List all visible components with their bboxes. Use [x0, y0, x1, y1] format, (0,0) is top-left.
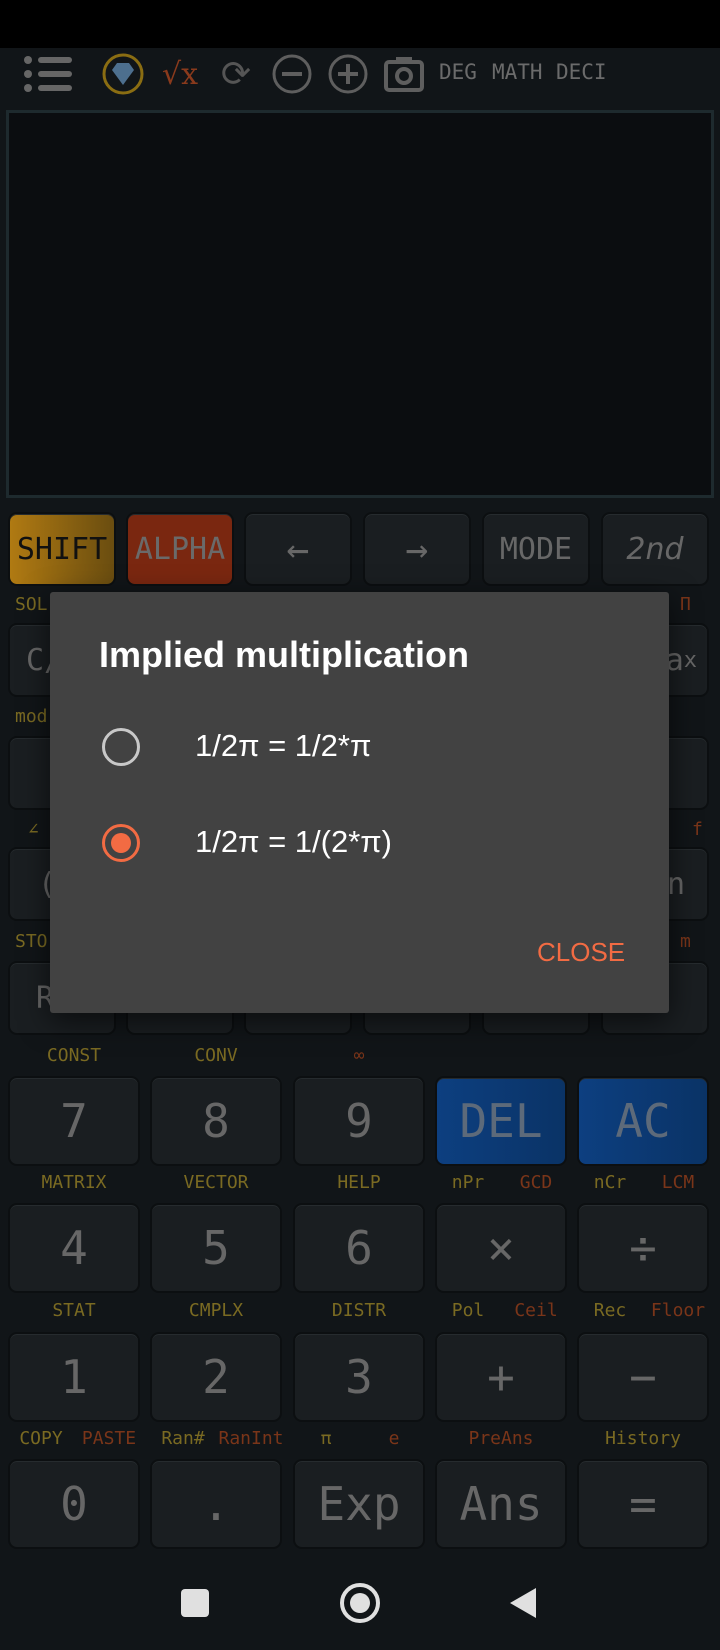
shift-function-label: VECTOR	[183, 1172, 249, 1193]
key-8[interactable]: 8	[150, 1076, 282, 1166]
shift-function-label: ∞	[353, 1045, 365, 1066]
solve-label: SOL	[15, 594, 48, 615]
key-Ans[interactable]: Ans	[435, 1459, 567, 1549]
key-0[interactable]: 0	[8, 1459, 140, 1549]
option-1-over-2pi[interactable]: 1/2π = 1/(2*π)	[50, 808, 669, 878]
shift-function-label: Floor	[650, 1300, 706, 1321]
input-mode-label[interactable]: MATH	[492, 60, 543, 84]
shift-function-label: STAT	[52, 1300, 96, 1321]
home-button-icon[interactable]	[340, 1583, 380, 1623]
store-label: STO	[15, 931, 48, 952]
navigation-bar	[0, 1558, 720, 1650]
key-.[interactable]: .	[150, 1459, 282, 1549]
refresh-icon[interactable]: ⟳	[214, 52, 258, 96]
shift-function-label: PASTE	[81, 1428, 137, 1449]
mod-label: mod	[15, 706, 48, 727]
key-1[interactable]: 1	[8, 1332, 140, 1422]
shift-function-label: MATRIX	[41, 1172, 107, 1193]
shift-function-label: nPr	[451, 1172, 485, 1193]
shift-key[interactable]: SHIFT	[8, 512, 116, 586]
shift-function-label: Ran#	[161, 1428, 205, 1449]
angle-mode-label[interactable]: DEG	[439, 60, 477, 84]
close-button[interactable]: CLOSE	[537, 937, 625, 968]
shift-function-label: CONST	[46, 1045, 102, 1066]
f-label: f	[692, 819, 703, 840]
shift-function-label: GCD	[519, 1172, 553, 1193]
menu-icon[interactable]	[20, 52, 76, 96]
key-×[interactable]: ×	[435, 1203, 567, 1293]
shift-function-label: π	[320, 1428, 332, 1449]
key-4[interactable]: 4	[8, 1203, 140, 1293]
option-label: 1/2π = 1/(2*π)	[195, 824, 393, 859]
shift-function-label: Pol	[451, 1300, 485, 1321]
key-÷[interactable]: ÷	[577, 1203, 709, 1293]
alpha-key[interactable]: ALPHA	[126, 512, 234, 586]
second-key[interactable]: 2nd	[601, 512, 709, 586]
m-label: m	[680, 931, 691, 952]
key-6[interactable]: 6	[293, 1203, 425, 1293]
shift-function-label: HELP	[337, 1172, 381, 1193]
shift-function-label: e	[388, 1428, 400, 1449]
key-2[interactable]: 2	[150, 1332, 282, 1422]
shift-function-label: COPY	[19, 1428, 63, 1449]
shift-function-label: LCM	[661, 1172, 695, 1193]
cursor-right-key[interactable]: →	[363, 512, 471, 586]
key-−[interactable]: −	[577, 1332, 709, 1422]
key-=[interactable]: =	[577, 1459, 709, 1549]
shift-function-label: CONV	[194, 1045, 238, 1066]
sqrt-x-icon[interactable]: √x	[158, 52, 202, 96]
output-mode-label[interactable]: DECI	[556, 60, 607, 84]
shift-function-label: nCr	[593, 1172, 627, 1193]
key-Exp[interactable]: Exp	[293, 1459, 425, 1549]
premium-diamond-icon[interactable]	[100, 52, 146, 96]
shift-function-label: PreAns	[468, 1428, 534, 1449]
zoom-out-icon[interactable]	[270, 52, 314, 96]
key-3[interactable]: 3	[293, 1332, 425, 1422]
power-exponent: x	[683, 647, 697, 673]
product-label: Π	[680, 594, 691, 615]
calculator-display[interactable]	[6, 110, 714, 498]
back-button-icon[interactable]	[508, 1586, 538, 1620]
shift-function-label: RanInt	[218, 1428, 284, 1449]
cursor-left-key[interactable]: ←	[244, 512, 352, 586]
key-DEL[interactable]: DEL	[435, 1076, 567, 1166]
recents-button-icon[interactable]	[181, 1589, 209, 1617]
shift-function-label: CMPLX	[188, 1300, 244, 1321]
key-7[interactable]: 7	[8, 1076, 140, 1166]
option-label: 1/2π = 1/2*π	[195, 728, 372, 763]
dialog-title: Implied multiplication	[99, 634, 470, 675]
radio-selected-icon[interactable]	[102, 824, 140, 862]
option-1-2-times-pi[interactable]: 1/2π = 1/2*π	[50, 712, 669, 782]
implied-multiplication-dialog: Implied multiplication 1/2π = 1/2*π 1/2π…	[50, 592, 669, 1013]
key-5[interactable]: 5	[150, 1203, 282, 1293]
angle-label: ∠	[28, 819, 39, 840]
mode-key[interactable]: MODE	[482, 512, 590, 586]
key-+[interactable]: +	[435, 1332, 567, 1422]
shift-function-label: Ceil	[514, 1300, 558, 1321]
shift-function-label: History	[605, 1428, 681, 1449]
status-bar	[0, 0, 720, 48]
camera-icon[interactable]	[382, 52, 426, 96]
zoom-in-icon[interactable]	[326, 52, 370, 96]
radio-unselected-icon[interactable]	[102, 728, 140, 766]
shift-function-label: Rec	[593, 1300, 627, 1321]
key-AC[interactable]: AC	[577, 1076, 709, 1166]
key-9[interactable]: 9	[293, 1076, 425, 1166]
shift-function-label: DISTR	[331, 1300, 387, 1321]
